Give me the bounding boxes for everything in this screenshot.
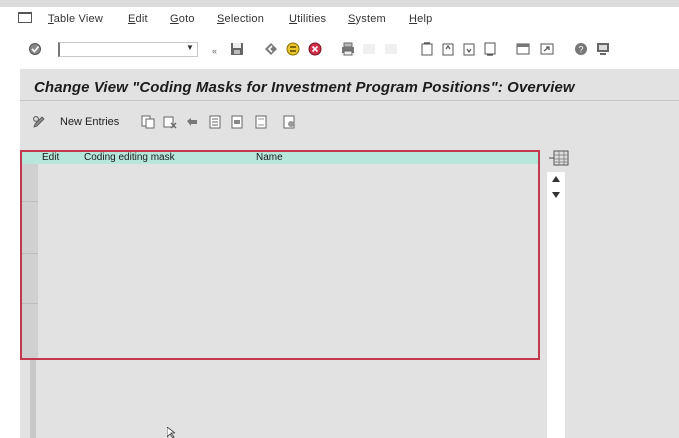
work-area: Change View "Coding Masks for Investment… [20,69,679,438]
menu-help[interactable]: Help [409,13,432,25]
page-title: Change View "Coding Masks for Investment… [34,79,575,96]
column-header-name[interactable]: Name [256,152,283,163]
menu-selection[interactable]: Selection [217,13,264,25]
row-selector-column [22,164,38,358]
column-header-coding-mask[interactable]: Coding editing mask [84,152,175,163]
vertical-scrollbar[interactable] [547,172,565,438]
copy-as-icon[interactable] [141,115,155,129]
deselect-all-icon[interactable] [254,115,268,129]
new-entries-button[interactable]: New Entries [60,116,119,128]
svg-text:?: ? [578,45,583,55]
title-bar: Change View "Coding Masks for Investment… [20,77,679,99]
row-selector[interactable] [22,164,38,202]
application-toolbar: New Entries [20,109,679,133]
enter-icon[interactable] [28,42,42,56]
mouse-cursor-icon [167,427,175,438]
delete-icon[interactable] [163,115,177,129]
menu-goto[interactable]: Goto [170,13,195,25]
find-next-icon[interactable] [384,42,398,56]
left-gutter [0,69,20,438]
row-selector[interactable] [22,202,38,254]
column-header-edit[interactable]: Edit [42,152,59,163]
back-icon[interactable] [264,42,278,56]
select-block-icon[interactable] [230,115,244,129]
standard-toolbar: ▼ « ? [0,33,679,69]
menu-utilities[interactable]: Utilities [289,13,326,25]
command-field[interactable] [58,42,198,57]
print-view-icon[interactable] [282,115,296,129]
menu-system[interactable]: System [348,13,386,25]
command-dropdown-icon[interactable]: ▼ [186,43,194,52]
lower-divider [30,360,36,438]
exit-icon[interactable] [286,42,300,56]
table-header: Edit Coding editing mask Name [22,152,538,164]
menu-bar: Table View Edit Goto Selection Utilities… [0,7,679,33]
print-icon[interactable] [341,42,355,56]
title-divider [20,100,679,101]
select-all-icon[interactable] [208,115,222,129]
cancel-icon[interactable] [308,42,322,56]
find-icon[interactable] [362,42,376,56]
entries-table: Edit Coding editing mask Name [20,150,540,360]
menu-edit[interactable]: Edit [128,13,148,25]
row-selector[interactable] [22,254,38,304]
table-settings-icon[interactable] [549,149,569,167]
last-page-icon[interactable] [483,42,497,56]
display-change-icon[interactable] [32,115,46,129]
undo-change-icon[interactable] [185,115,199,129]
command-history-icon[interactable]: « [212,46,217,56]
customize-layout-icon[interactable] [596,42,610,56]
row-selector[interactable] [22,304,38,358]
top-strip [0,0,679,7]
help-icon[interactable]: ? [574,42,588,56]
first-page-icon[interactable] [420,42,434,56]
scroll-down-icon[interactable] [552,192,560,198]
menu-table-view[interactable]: Table View [48,13,103,25]
system-menu-icon[interactable] [18,12,32,23]
next-page-icon[interactable] [462,42,476,56]
create-shortcut-icon[interactable] [540,42,554,56]
new-session-icon[interactable] [516,42,530,56]
save-icon[interactable] [230,42,244,56]
scroll-up-icon[interactable] [552,176,560,182]
previous-page-icon[interactable] [441,42,455,56]
